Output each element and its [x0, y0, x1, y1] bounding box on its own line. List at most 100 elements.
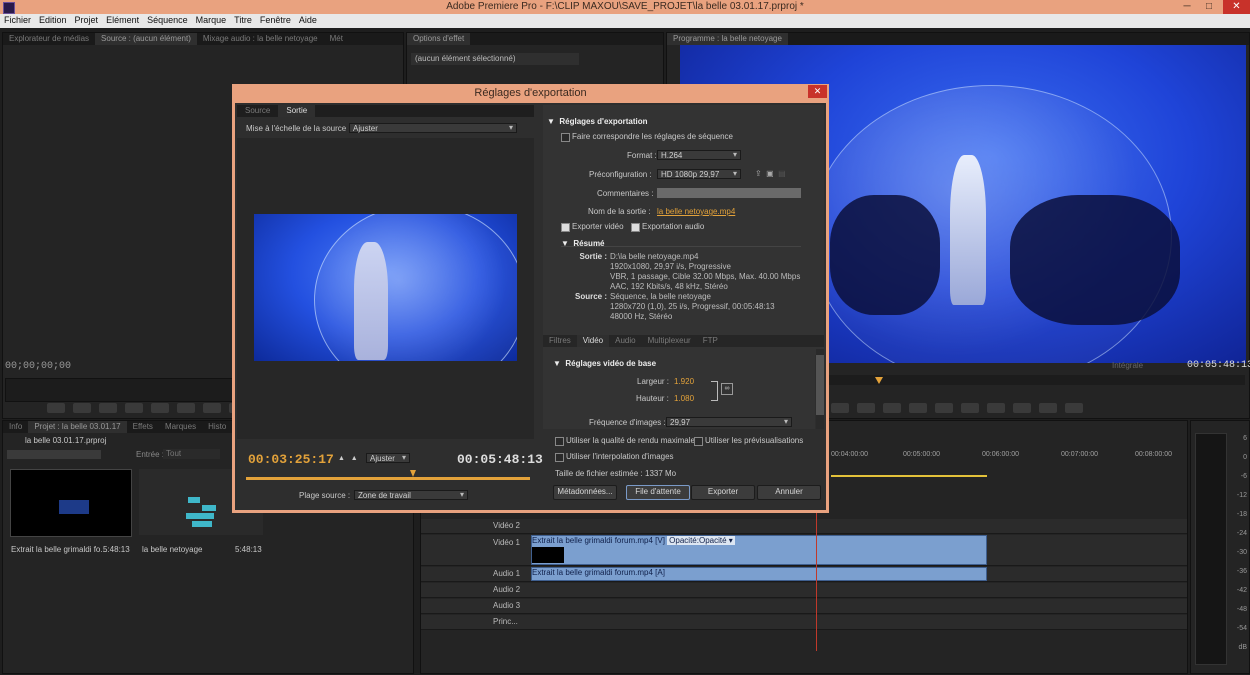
menu-fichier[interactable]: Fichier [0, 14, 35, 25]
tab-project[interactable]: Projet : la belle 03.01.17 [28, 421, 127, 433]
opacity-dropdown[interactable]: Opacité:Opacité ▾ [667, 536, 735, 545]
video-clip[interactable]: Extrait la belle grimaldi forum.mp4 [V] … [531, 535, 987, 565]
scale-dropdown[interactable]: Ajuster [349, 123, 517, 133]
metadata-button[interactable]: Métadonnées... [553, 485, 617, 500]
summary-line: VBR, 1 passage, Cible 32.00 Mbps, Max. 4… [610, 272, 801, 281]
chain-link-icon[interactable]: ∞ [721, 383, 733, 395]
match-sequence-checkbox[interactable] [561, 133, 570, 142]
source-transport-controls[interactable] [43, 403, 251, 416]
export-video-checkbox[interactable] [561, 223, 570, 232]
preview-dancer-shape [354, 242, 388, 360]
preset-dropdown[interactable]: HD 1080p 29,97 [657, 169, 741, 179]
menu-edition[interactable]: Edition [35, 14, 71, 25]
project-search-input[interactable] [7, 450, 101, 459]
tab-program[interactable]: Programme : la belle netoyage [667, 33, 788, 45]
entry-select[interactable]: Tout [163, 449, 220, 459]
summary-line: 1280x720 (1,0), 25 i/s, Progressif, 00:0… [610, 302, 775, 311]
meter-label: 6 [1243, 435, 1247, 442]
meter-label: -54 [1236, 625, 1247, 632]
minimize-button[interactable]: ─ [1180, 1, 1194, 12]
cancel-button[interactable]: Annuler [757, 485, 821, 500]
preview-playhead-icon[interactable] [410, 470, 416, 477]
menu-marque[interactable]: Marque [192, 14, 231, 25]
tab-media-browser[interactable]: Explorateur de médias [3, 33, 95, 45]
range-dropdown[interactable]: Zone de travail [354, 490, 468, 500]
tab-history[interactable]: Histo [202, 421, 232, 433]
source-range-bar[interactable] [246, 477, 530, 480]
summary-line: 48000 Hz, Stéréo [610, 312, 673, 321]
export-audio-checkbox[interactable] [631, 223, 640, 232]
program-playhead-icon[interactable] [875, 377, 883, 384]
frame-rate-dropdown[interactable]: 29,97 [666, 417, 792, 427]
summary-line: 1920x1080, 29,97 i/s, Progressive [610, 262, 731, 271]
frame-rate-label: Fréquence d'images : [589, 418, 666, 427]
width-label: Largeur : [637, 377, 670, 386]
menu-titre[interactable]: Titre [230, 14, 256, 25]
settings-scrollbar[interactable] [816, 349, 824, 429]
ruler-label: 00:06:00:00 [982, 451, 1019, 458]
range-label: Plage source : [299, 491, 351, 500]
clip-thumbnail[interactable] [10, 469, 132, 537]
audio-clip[interactable]: Extrait la belle grimaldi forum.mp4 [A] [531, 567, 987, 581]
ruler-label: 00:05:00:00 [903, 451, 940, 458]
tab-effects[interactable]: Effets [127, 421, 159, 433]
export-settings-dialog: Réglages d'exportation ✕ Source Sortie Mi… [232, 84, 829, 513]
max-quality-checkbox[interactable] [555, 437, 564, 446]
dialog-close-button[interactable]: ✕ [808, 85, 827, 98]
interpolation-label: Utiliser l'interpolation d'images [566, 452, 674, 461]
tab-ftp[interactable]: FTP [697, 335, 724, 347]
program-zoom-select[interactable]: Intégrale [1112, 361, 1162, 371]
tab-info[interactable]: Info [3, 421, 28, 433]
meter-label: -30 [1236, 549, 1247, 556]
tab-video[interactable]: Vidéo [576, 335, 610, 347]
mark-in-out-icons[interactable]: ▲ ▲ [338, 455, 358, 462]
tab-metadata[interactable]: Mét [324, 33, 349, 45]
height-label: Hauteur : [636, 394, 669, 403]
tab-output-preview[interactable]: Sortie [278, 105, 316, 117]
tab-source-preview[interactable]: Source [237, 105, 278, 117]
meter-label: -48 [1236, 606, 1247, 613]
menu-projet[interactable]: Projet [71, 14, 103, 25]
tab-markers[interactable]: Marques [159, 421, 202, 433]
dialog-body: Source Sortie Mise à l'échelle de la sour… [235, 103, 826, 510]
fit-dropdown[interactable]: Ajuster [366, 453, 410, 463]
previews-checkbox[interactable] [694, 437, 703, 446]
menu-fenetre[interactable]: Fenêtre [256, 14, 295, 25]
maximize-button[interactable]: □ [1202, 1, 1216, 12]
comments-input[interactable] [657, 188, 801, 198]
previews-label: Utiliser les prévisualisations [705, 436, 804, 445]
menu-element[interactable]: Elément [102, 14, 143, 25]
tab-filters[interactable]: Filtres [543, 335, 577, 347]
menu-aide[interactable]: Aide [295, 14, 321, 25]
format-dropdown[interactable]: H.264 [657, 150, 741, 160]
preset-save-import-delete-icons[interactable]: ⇪ ▣ ▤ [755, 169, 786, 178]
summary-divider [561, 246, 801, 247]
tab-effect-options[interactable]: Options d'effet [407, 33, 471, 45]
ruler-label: 00:04:00:00 [831, 451, 868, 458]
queue-button[interactable]: File d'attente [626, 485, 690, 500]
work-area-bar[interactable] [831, 475, 987, 477]
height-value[interactable]: 1.080 [674, 394, 694, 403]
tab-source[interactable]: Source : (aucun élément) [95, 33, 197, 45]
output-name-link[interactable]: la belle netoyage.mp4 [657, 207, 735, 216]
interpolation-checkbox[interactable] [555, 453, 564, 462]
tab-multiplexer[interactable]: Multiplexeur [642, 335, 697, 347]
summary-output-block: D:\la belle netoyage.mp4 1920x1080, 29,9… [610, 252, 800, 292]
audio-meter-panel: 6 0 -6 -12 -18 -24 -30 -36 -42 -48 -54 d… [1190, 420, 1250, 674]
tab-audio[interactable]: Audio [609, 335, 641, 347]
source-tabbar: Explorateur de médias Source : (aucun élé… [3, 33, 403, 45]
program-transport-controls[interactable] [827, 403, 1087, 416]
effect-options-placeholder: (aucun élément sélectionné) [411, 53, 579, 65]
sequence-duration: 5:48:13 [235, 545, 262, 554]
tab-audio-mixer[interactable]: Mixage audio : la belle netoyage [197, 33, 324, 45]
export-button[interactable]: Exporter [691, 485, 755, 500]
window-close-button[interactable]: ✕ [1223, 0, 1250, 14]
sequence-icon [184, 497, 220, 527]
section-title: ▼ Réglages d'exportation [547, 117, 648, 126]
current-timecode[interactable]: 00:03:25:17 [248, 452, 334, 467]
preview-bubble-shape [314, 214, 517, 361]
menu-sequence[interactable]: Séquence [143, 14, 192, 25]
clip-name: Extrait la belle grimaldi fo... [11, 545, 108, 554]
scale-label: Mise à l'échelle de la source : [246, 124, 351, 133]
width-value[interactable]: 1.920 [674, 377, 694, 386]
